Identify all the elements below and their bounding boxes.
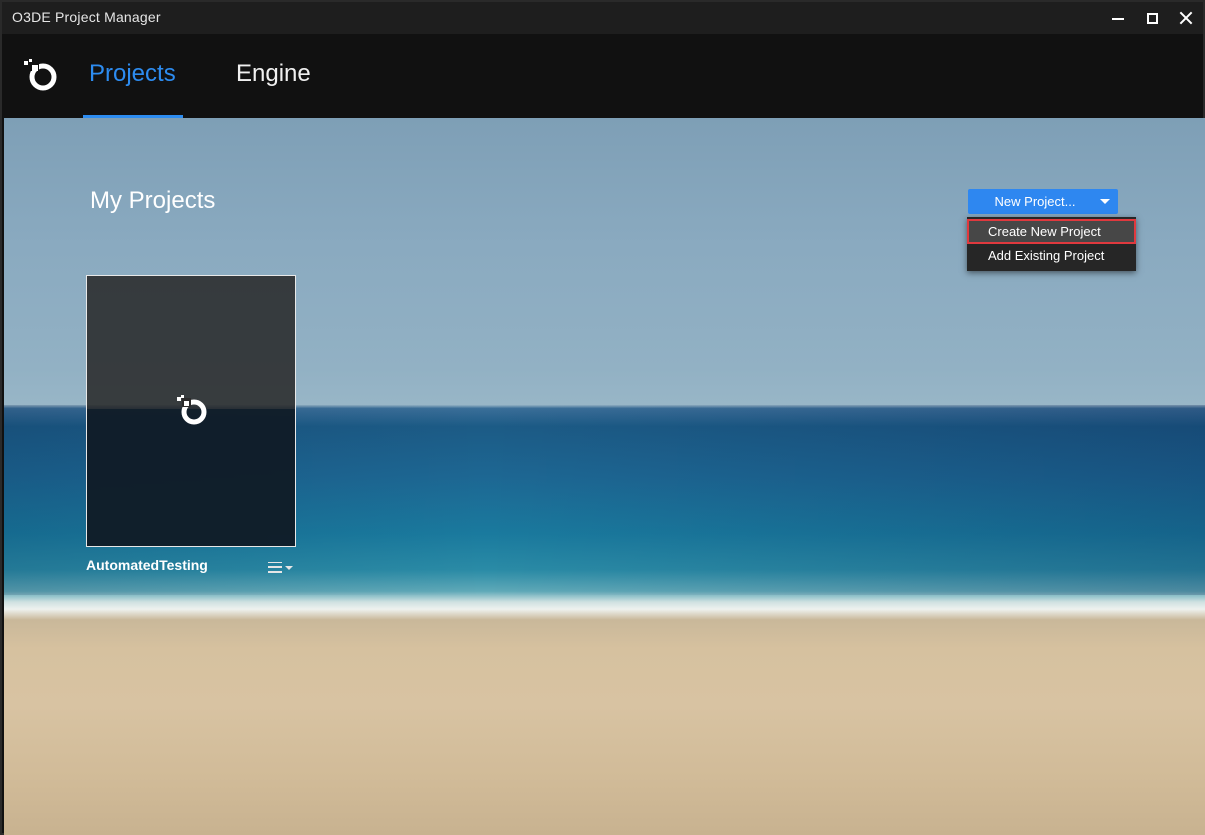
title-bar[interactable]: O3DE Project Manager bbox=[2, 2, 1203, 34]
page-title: My Projects bbox=[90, 187, 216, 214]
menu-item-create-new-project[interactable]: Create New Project bbox=[967, 219, 1136, 244]
maximize-button[interactable] bbox=[1135, 2, 1169, 34]
tab-engine-label: Engine bbox=[236, 60, 311, 87]
chevron-down-icon bbox=[1100, 199, 1110, 204]
top-nav: Projects Engine bbox=[2, 34, 1203, 118]
app-window: O3DE Project Manager Projects Engine My … bbox=[0, 0, 1205, 835]
new-project-dropdown-toggle[interactable] bbox=[1092, 189, 1118, 214]
chevron-down-icon bbox=[285, 566, 293, 570]
new-project-menu: Create New Project Add Existing Project bbox=[967, 217, 1136, 271]
project-thumbnail bbox=[87, 409, 295, 546]
minimize-icon bbox=[1112, 18, 1124, 20]
hamburger-menu-icon bbox=[268, 561, 282, 573]
tab-engine[interactable]: Engine bbox=[230, 58, 317, 118]
project-name: AutomatedTesting bbox=[86, 557, 208, 573]
o3de-logo-icon bbox=[177, 395, 207, 425]
tab-projects[interactable]: Projects bbox=[83, 58, 183, 118]
new-project-button[interactable]: New Project... bbox=[968, 189, 1118, 214]
menu-item-add-existing-project[interactable]: Add Existing Project bbox=[967, 243, 1136, 268]
project-menu-button[interactable] bbox=[268, 558, 296, 576]
window-title: O3DE Project Manager bbox=[12, 9, 161, 25]
close-button[interactable] bbox=[1169, 2, 1203, 34]
new-project-label: New Project... bbox=[994, 194, 1076, 209]
window-controls bbox=[1101, 2, 1203, 34]
minimize-button[interactable] bbox=[1101, 2, 1135, 34]
o3de-logo-icon bbox=[24, 59, 57, 91]
maximize-icon bbox=[1146, 12, 1158, 24]
project-card[interactable] bbox=[86, 275, 296, 547]
close-icon bbox=[1179, 11, 1193, 25]
projects-page: My Projects New Project... Create New Pr… bbox=[4, 118, 1205, 835]
tab-projects-label: Projects bbox=[89, 60, 176, 87]
